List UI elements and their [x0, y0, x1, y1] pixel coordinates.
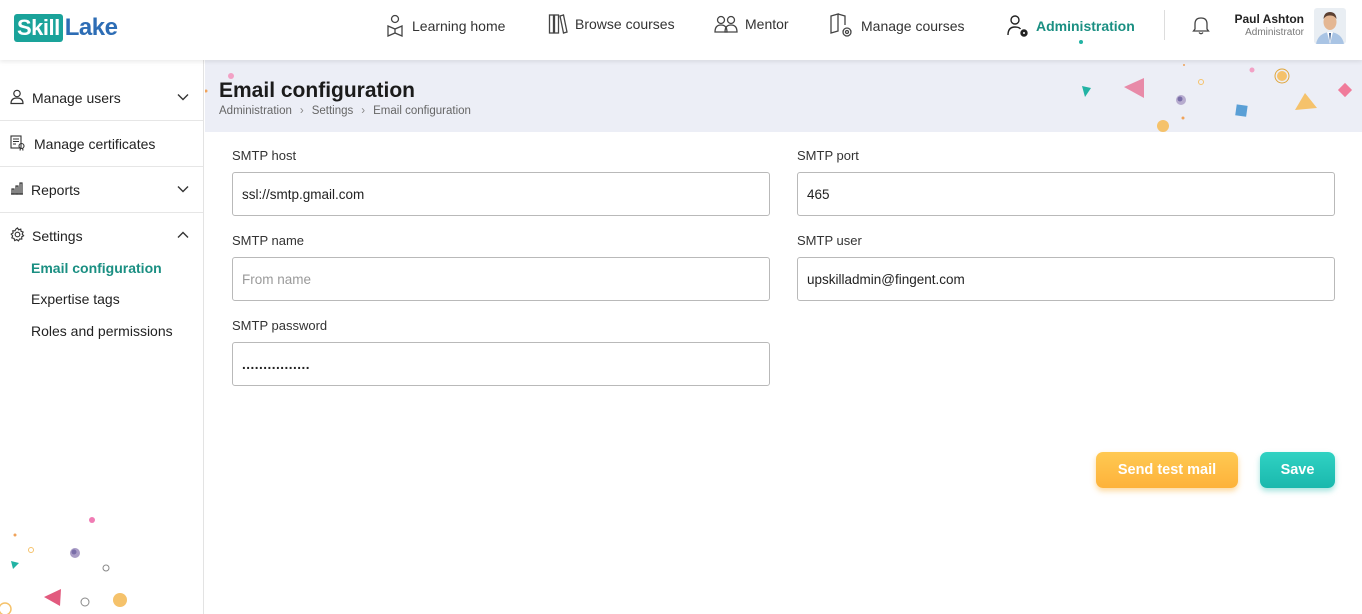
sidebar-item-label: Manage users — [32, 90, 121, 106]
top-navigation-bar: Skill Lake Learning home Browse courses … — [0, 0, 1362, 60]
logo-text-skill: Skill — [14, 14, 63, 42]
nav-label: Manage courses — [861, 18, 965, 34]
sidebar-item-reports[interactable]: Reports — [0, 167, 203, 213]
save-button[interactable]: Save — [1260, 452, 1335, 488]
sidebar-subitem-roles-and-permissions[interactable]: Roles and permissions — [31, 323, 173, 339]
nav-label: Administration — [1036, 18, 1135, 34]
logo-text-lake: Lake — [64, 14, 118, 41]
admin-user-gear-icon — [1007, 15, 1028, 37]
avatar[interactable] — [1314, 8, 1346, 44]
nav-divider — [1164, 10, 1165, 40]
sidebar-item-manage-certificates[interactable]: Manage certificates — [0, 121, 203, 167]
bell-icon[interactable] — [1192, 15, 1210, 35]
chevron-up-icon — [177, 231, 189, 238]
smtp-host-label: SMTP host — [232, 148, 297, 163]
certificate-icon — [10, 135, 25, 151]
nav-administration[interactable]: Administration — [1007, 12, 1135, 40]
smtp-password-input[interactable] — [232, 342, 770, 386]
chevron-down-icon — [177, 94, 189, 101]
learning-home-icon — [387, 14, 403, 37]
nav-label: Mentor — [745, 16, 789, 32]
mentor-icon — [714, 15, 738, 33]
smtp-user-label: SMTP user — [797, 233, 862, 248]
smtp-name-input[interactable] — [232, 257, 770, 301]
sidebar-item-label: Reports — [31, 182, 81, 198]
sidebar-item-label: Manage certificates — [34, 136, 156, 152]
confetti-decoration — [205, 64, 1353, 132]
smtp-host-input[interactable] — [232, 172, 770, 216]
nav-learning-home[interactable]: Learning home — [385, 12, 505, 40]
sidebar-subitem-expertise-tags[interactable]: Expertise tags — [31, 291, 120, 307]
nav-mentor[interactable]: Mentor — [714, 10, 789, 38]
smtp-name-label: SMTP name — [232, 233, 305, 248]
sidebar-subitem-email-configuration[interactable]: Email configuration — [31, 260, 162, 276]
sidebar-item-settings[interactable]: Settings — [0, 213, 203, 259]
sidebar-item-label: Settings — [32, 228, 83, 244]
gear-icon — [10, 227, 25, 242]
sidebar-item-manage-users[interactable]: Manage users — [0, 75, 203, 121]
smtp-port-input[interactable] — [797, 172, 1335, 216]
chart-icon — [11, 182, 23, 195]
page-header-banner: Email configuration Administration › Set… — [205, 60, 1362, 132]
user-role: Administrator — [1245, 27, 1304, 38]
send-test-mail-button[interactable]: Send test mail — [1096, 452, 1238, 488]
smtp-user-input[interactable] — [797, 257, 1335, 301]
smtp-password-label: SMTP password — [232, 318, 328, 333]
smtp-port-label: SMTP port — [797, 148, 859, 163]
nav-label: Browse courses — [575, 16, 675, 32]
nav-manage-courses[interactable]: Manage courses — [830, 12, 965, 40]
user-name: Paul Ashton — [1234, 12, 1304, 26]
sidebar: Manage users Manage certificates Reports… — [0, 60, 204, 614]
confetti-decoration — [0, 517, 127, 614]
active-indicator-dot — [1079, 40, 1083, 44]
books-icon — [548, 14, 568, 34]
chevron-down-icon — [177, 186, 189, 193]
nav-browse-courses[interactable]: Browse courses — [548, 10, 675, 38]
skilllake-logo[interactable]: Skill Lake — [14, 14, 118, 42]
manage-courses-icon — [830, 13, 852, 37]
user-icon — [10, 89, 24, 105]
nav-label: Learning home — [412, 18, 506, 34]
